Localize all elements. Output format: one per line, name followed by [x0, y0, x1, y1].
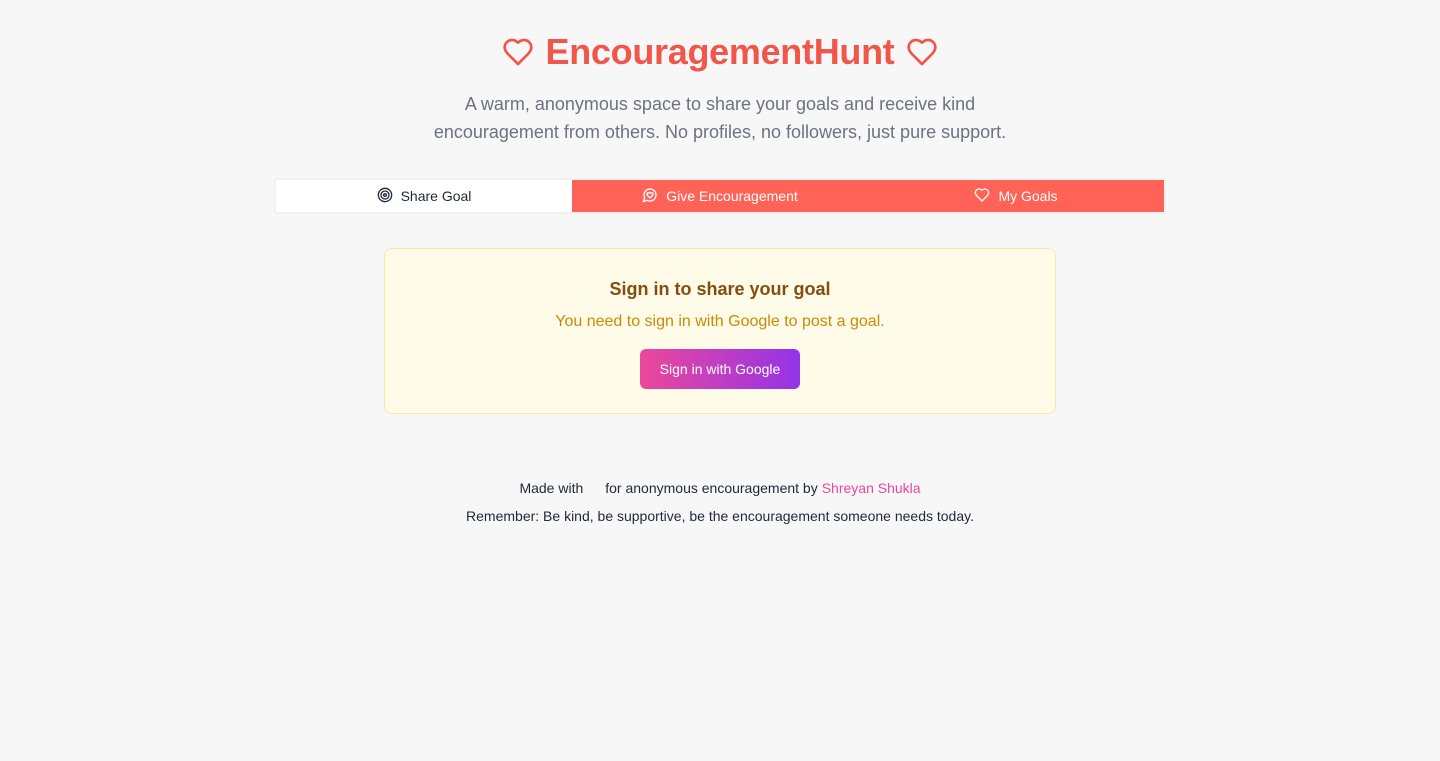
footer: Made with for anonymous encouragement by… [0, 478, 1440, 526]
target-icon [377, 187, 393, 206]
heart-icon [906, 36, 938, 68]
tab-label: My Goals [998, 188, 1058, 204]
message-heart-icon [642, 187, 658, 206]
tab-bar: Share Goal Give Encouragement My Goals [274, 178, 1166, 214]
header: EncouragementHunt A warm, anonymous spac… [0, 30, 1440, 146]
tab-label: Give Encouragement [666, 188, 798, 204]
footer-made-with: Made with [519, 480, 584, 496]
signin-card-message: You need to sign in with Google to post … [555, 313, 885, 330]
tab-share-goal[interactable]: Share Goal [276, 180, 572, 212]
page-subtitle: A warm, anonymous space to share your go… [433, 94, 1007, 142]
heart-icon [974, 187, 990, 206]
tab-label: Share Goal [400, 188, 472, 204]
signin-card: Sign in to share your goal You need to s… [384, 248, 1056, 414]
footer-credit: Made with for anonymous encouragement by… [0, 478, 1440, 498]
footer-for-text: for anonymous encouragement by [605, 480, 818, 496]
author-link[interactable]: Shreyan Shukla [822, 478, 921, 498]
heart-icon [502, 36, 534, 68]
page: EncouragementHunt A warm, anonymous spac… [0, 0, 1440, 761]
tab-give-encouragement[interactable]: Give Encouragement [572, 180, 868, 212]
title-row: EncouragementHunt [0, 30, 1440, 74]
heart-icon [587, 481, 601, 496]
footer-reminder: Remember: Be kind, be supportive, be the… [466, 508, 974, 524]
signin-card-title: Sign in to share your goal [609, 279, 831, 299]
tab-my-goals[interactable]: My Goals [868, 180, 1164, 212]
sign-in-google-button[interactable]: Sign in with Google [640, 349, 800, 389]
page-title: EncouragementHunt [545, 31, 895, 72]
